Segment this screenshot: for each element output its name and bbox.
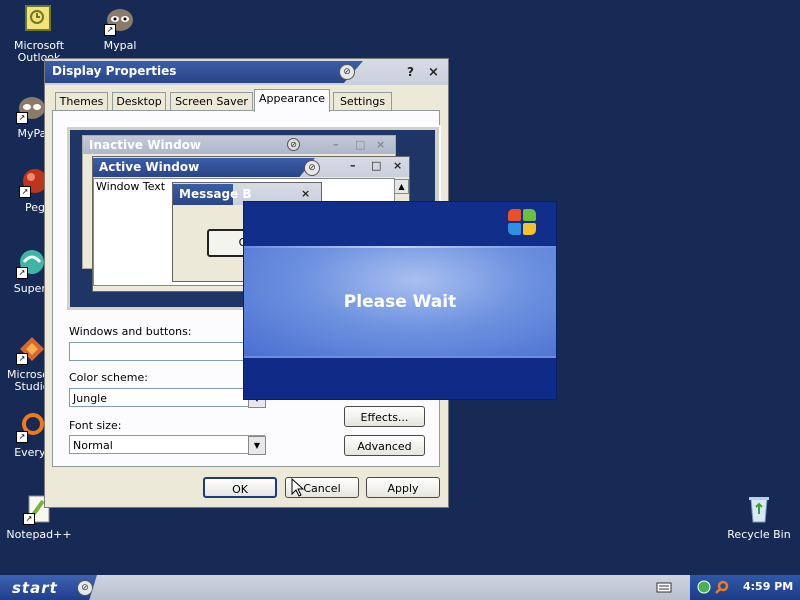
desktop-icon-label: Notepad++: [6, 528, 72, 541]
dialog-title-bar[interactable]: Display Properties ⊘ ? ×: [45, 59, 448, 85]
windows-buttons-select[interactable]: [69, 342, 265, 361]
keyboard-icon[interactable]: [656, 580, 672, 594]
taskbar: start ⊘ 4:59 PM: [0, 575, 800, 600]
desktop-icon-label: MyPa: [17, 127, 47, 140]
start-orb-icon: ⊘: [77, 580, 93, 596]
desktop-icon-mypal[interactable]: ↗ Mypal: [82, 4, 158, 52]
shortcut-arrow-icon: ↗: [16, 267, 28, 279]
clock[interactable]: 4:59 PM: [743, 580, 793, 593]
message-close-icon: ×: [301, 187, 311, 200]
start-button[interactable]: start ⊘: [0, 575, 97, 600]
windows-buttons-label: Windows and buttons:: [69, 325, 192, 338]
shortcut-arrow-icon: ↗: [19, 186, 31, 198]
font-size-label: Font size:: [69, 419, 122, 432]
inactive-maximize-icon: □: [355, 138, 366, 151]
apply-button[interactable]: Apply: [366, 477, 440, 498]
tab-settings[interactable]: Settings: [333, 92, 392, 111]
splash-bottom-line: [244, 356, 556, 358]
desktop-icon-label: Mypal: [103, 39, 137, 52]
help-button[interactable]: ?: [407, 65, 414, 79]
color-scheme-select[interactable]: Jungle: [69, 388, 265, 407]
close-button[interactable]: ×: [428, 65, 439, 80]
windows-logo-icon: [508, 209, 538, 237]
title-menu-icon[interactable]: ⊘: [339, 64, 355, 80]
shortcut-arrow-icon: ↗: [104, 24, 116, 36]
window-text: Window Text: [96, 180, 166, 193]
inactive-menu-icon: ⊘: [287, 138, 300, 151]
font-size-select[interactable]: Normal: [69, 435, 265, 454]
message-box-title: Message B: [179, 187, 252, 201]
system-tray: 4:59 PM: [690, 575, 800, 600]
desktop-icon-outlook[interactable]: Microsoft Outlook: [1, 4, 77, 64]
effects-button[interactable]: Effects...: [344, 406, 425, 427]
please-wait-splash: Please Wait: [243, 201, 557, 400]
tab-desktop[interactable]: Desktop: [112, 92, 166, 111]
shortcut-arrow-icon: ↗: [16, 112, 28, 124]
font-size-dropdown-icon[interactable]: ▼: [248, 436, 266, 455]
active-maximize-icon: □: [371, 159, 382, 172]
please-wait-message: Please Wait: [343, 292, 457, 312]
desktop-icon-recycle-bin[interactable]: Recycle Bin: [721, 493, 797, 541]
network-shield-icon[interactable]: [696, 579, 712, 595]
shortcut-arrow-icon: ↗: [16, 353, 28, 365]
tab-screen-saver[interactable]: Screen Saver: [170, 92, 253, 111]
inactive-title-bar: Inactive Window ⊘ – □ ×: [83, 136, 395, 154]
tab-themes[interactable]: Themes: [55, 92, 108, 111]
desktop-icon-label: Peg: [25, 201, 45, 214]
active-minimize-icon: –: [350, 159, 356, 172]
outlook-icon: [23, 4, 55, 36]
start-label: start: [12, 579, 58, 597]
inactive-minimize-icon: –: [333, 138, 339, 151]
scroll-up-arrow-icon: ▲: [394, 179, 409, 194]
ok-button[interactable]: OK: [203, 477, 277, 498]
advanced-button[interactable]: Advanced: [344, 435, 425, 456]
mypal-icon: ↗: [104, 4, 136, 36]
dialog-title: Display Properties: [52, 64, 177, 78]
inactive-close-icon: ×: [376, 138, 386, 151]
search-tray-icon[interactable]: [714, 579, 730, 595]
inactive-window-title: Inactive Window: [89, 138, 202, 152]
active-title-bar: Active Window ⊘ – □ ×: [93, 157, 409, 177]
shortcut-arrow-icon: ↗: [23, 513, 35, 525]
active-close-icon: ×: [393, 159, 403, 172]
mouse-cursor-icon: [291, 478, 305, 497]
shortcut-arrow-icon: ↗: [16, 431, 28, 443]
color-scheme-label: Color scheme:: [69, 371, 148, 384]
tab-appearance[interactable]: Appearance: [254, 89, 330, 112]
recycle-bin-icon: [743, 493, 775, 525]
active-menu-icon: ⊘: [304, 160, 320, 176]
desktop-icon-label: Recycle Bin: [727, 528, 791, 541]
active-window-title: Active Window: [99, 160, 200, 174]
